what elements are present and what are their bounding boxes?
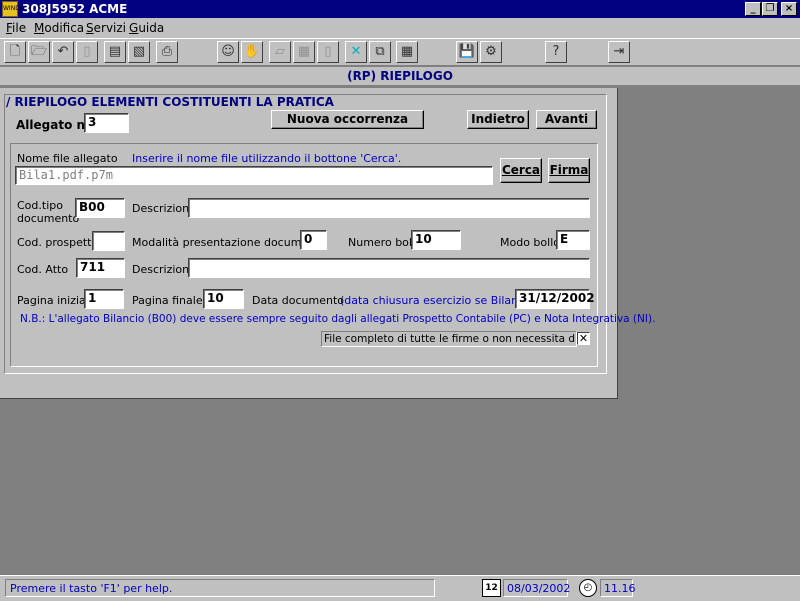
open-icon[interactable]: 🗁 bbox=[28, 41, 50, 63]
minimize-button[interactable]: _ bbox=[745, 2, 761, 16]
window-title: 308J5952 ACME bbox=[22, 2, 128, 16]
data-documento-field[interactable]: 31/12/2002 bbox=[515, 289, 595, 309]
modo-bollo-field[interactable]: E bbox=[556, 230, 590, 250]
time-panel: 11.16 bbox=[600, 579, 636, 597]
atto-desc-label: Descrizione bbox=[132, 263, 196, 276]
prospetto-field[interactable] bbox=[92, 231, 125, 251]
table-icon[interactable]: ▦ bbox=[396, 41, 418, 63]
close-button[interactable]: × bbox=[781, 2, 797, 16]
time-text: 11.16 bbox=[604, 582, 636, 595]
menu-bar: File Modifica Servizi Guida bbox=[0, 18, 800, 38]
help-panel: Premere il tasto 'F1' per help. bbox=[5, 579, 435, 597]
file-hint: Inserire il nome file utilizzando il bot… bbox=[132, 152, 402, 165]
avanti-button[interactable]: Avanti bbox=[536, 110, 597, 129]
data-documento-hint: (data chiusura esercizio se Bilancio) bbox=[340, 294, 539, 307]
stamp-icon[interactable]: ▦ bbox=[293, 41, 315, 63]
menu-modifica[interactable]: Modifica bbox=[34, 21, 84, 35]
date-text: 08/03/2002 bbox=[507, 582, 571, 595]
hand-icon[interactable]: ✋ bbox=[241, 41, 263, 63]
toolbar: 🗋 🗁 ↶ ▯ ▤ ▧ ⎙ ☺ ✋ ▱ ▦ ▯ ✕ ⧉ ▦ 💾 ⚙ ? ⇥ bbox=[0, 38, 800, 66]
calendar-icon: 12 bbox=[482, 579, 501, 597]
menu-servizi[interactable]: Servizi bbox=[86, 21, 126, 35]
codtipo-field[interactable]: B00 bbox=[75, 198, 125, 218]
section-title: (RP) RIEPILOGO bbox=[347, 69, 453, 83]
codtipo-desc-label: Descrizione bbox=[132, 202, 196, 215]
cerca-button[interactable]: Cerca bbox=[500, 158, 542, 183]
menu-guida[interactable]: Guida bbox=[129, 21, 164, 35]
pagina-iniziale-field[interactable]: 1 bbox=[84, 289, 124, 309]
paste-page-icon[interactable]: ▧ bbox=[128, 41, 150, 63]
app-icon[interactable]: WINDOWS bbox=[2, 1, 34, 17]
allegato-field[interactable]: 3 bbox=[84, 113, 129, 133]
atto-field[interactable]: 711 bbox=[76, 258, 125, 278]
completo-label: File completo di tutte le firme o non ne… bbox=[321, 331, 577, 347]
help-icon[interactable]: ? bbox=[545, 41, 567, 63]
modalita-field[interactable]: 0 bbox=[300, 230, 327, 250]
pagina-finale-label: Pagina finale bbox=[132, 294, 203, 307]
help-text: Premere il tasto 'F1' per help. bbox=[10, 582, 173, 595]
clock-icon: ◴ bbox=[579, 579, 597, 597]
exit-icon[interactable]: ⇥ bbox=[608, 41, 630, 63]
modalita-label: Modalità presentazione documento bbox=[132, 236, 327, 249]
file-name-field[interactable]: Bila1.pdf.p7m bbox=[15, 166, 493, 185]
atto-label: Cod. Atto bbox=[17, 263, 69, 276]
firma-button[interactable]: Firma bbox=[548, 158, 590, 183]
section-header: (RP) RIEPILOGO bbox=[0, 67, 800, 86]
folder-icon[interactable]: ▱ bbox=[269, 41, 291, 63]
allegato-label: Allegato n. bbox=[16, 118, 90, 132]
restore-button[interactable]: ❐ bbox=[762, 2, 778, 16]
trash2-icon[interactable]: ▯ bbox=[317, 41, 339, 63]
atto-desc-field[interactable] bbox=[188, 258, 590, 278]
undo-icon[interactable]: ↶ bbox=[52, 41, 74, 63]
status-bar: Premere il tasto 'F1' per help. 12 08/03… bbox=[0, 575, 800, 601]
menu-file[interactable]: File bbox=[6, 21, 26, 35]
person-icon[interactable]: ☺ bbox=[217, 41, 239, 63]
indietro-button[interactable]: Indietro bbox=[467, 110, 529, 129]
pagina-finale-field[interactable]: 10 bbox=[203, 289, 244, 309]
title-bar: WINDOWS 308J5952 ACME _ ❐ × bbox=[0, 0, 800, 18]
codtipo-desc-field[interactable] bbox=[188, 198, 590, 218]
disk-gear-icon[interactable]: ⚙ bbox=[480, 41, 502, 63]
completo-checkbox[interactable]: ✕ bbox=[577, 332, 590, 345]
bolli-label: Numero bolli bbox=[348, 236, 419, 249]
print-icon[interactable]: ⎙ bbox=[156, 41, 178, 63]
new-icon[interactable]: 🗋 bbox=[4, 41, 26, 63]
codtipo-label-2: documento bbox=[17, 212, 80, 225]
cross-icon[interactable]: ✕ bbox=[345, 41, 367, 63]
save-icon[interactable]: 💾 bbox=[456, 41, 478, 63]
duplicate-icon[interactable]: ⧉ bbox=[369, 41, 391, 63]
date-panel: 08/03/2002 bbox=[503, 579, 571, 597]
group-title: / RIEPILOGO ELEMENTI COSTITUENTI LA PRAT… bbox=[6, 95, 334, 109]
file-label: Nome file allegato bbox=[17, 152, 118, 165]
modo-bollo-label: Modo bollo bbox=[500, 236, 560, 249]
note-text: N.B.: L'allegato Bilancio (B00) deve ess… bbox=[20, 313, 656, 325]
copy-page-icon[interactable]: ▤ bbox=[104, 41, 126, 63]
prospetto-label: Cod. prospetto bbox=[17, 236, 99, 249]
data-documento-label: Data documento bbox=[252, 294, 344, 307]
codtipo-label-1: Cod.tipo bbox=[17, 199, 63, 212]
bolli-field[interactable]: 10 bbox=[411, 230, 461, 250]
trash-icon[interactable]: ▯ bbox=[76, 41, 98, 63]
nuova-occorrenza-button[interactable]: Nuova occorrenza bbox=[271, 110, 424, 129]
